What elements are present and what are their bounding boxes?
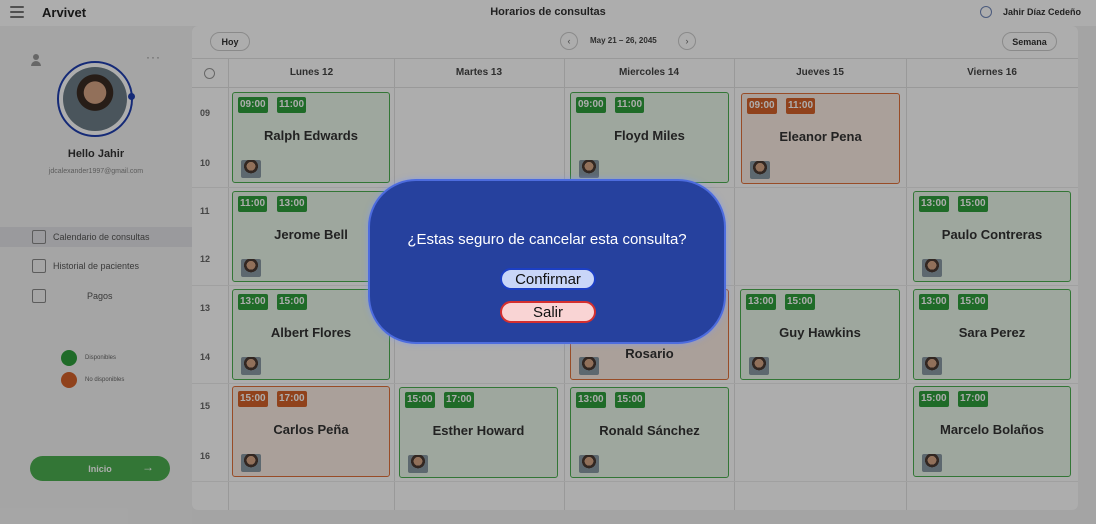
- exit-button[interactable]: Salir: [500, 301, 596, 323]
- dialog-question: ¿Estas seguro de cancelar esta consulta?: [407, 231, 687, 248]
- cancel-consultation-dialog: ¿Estas seguro de cancelar esta consulta?…: [368, 179, 726, 344]
- confirm-button[interactable]: Confirmar: [500, 268, 596, 290]
